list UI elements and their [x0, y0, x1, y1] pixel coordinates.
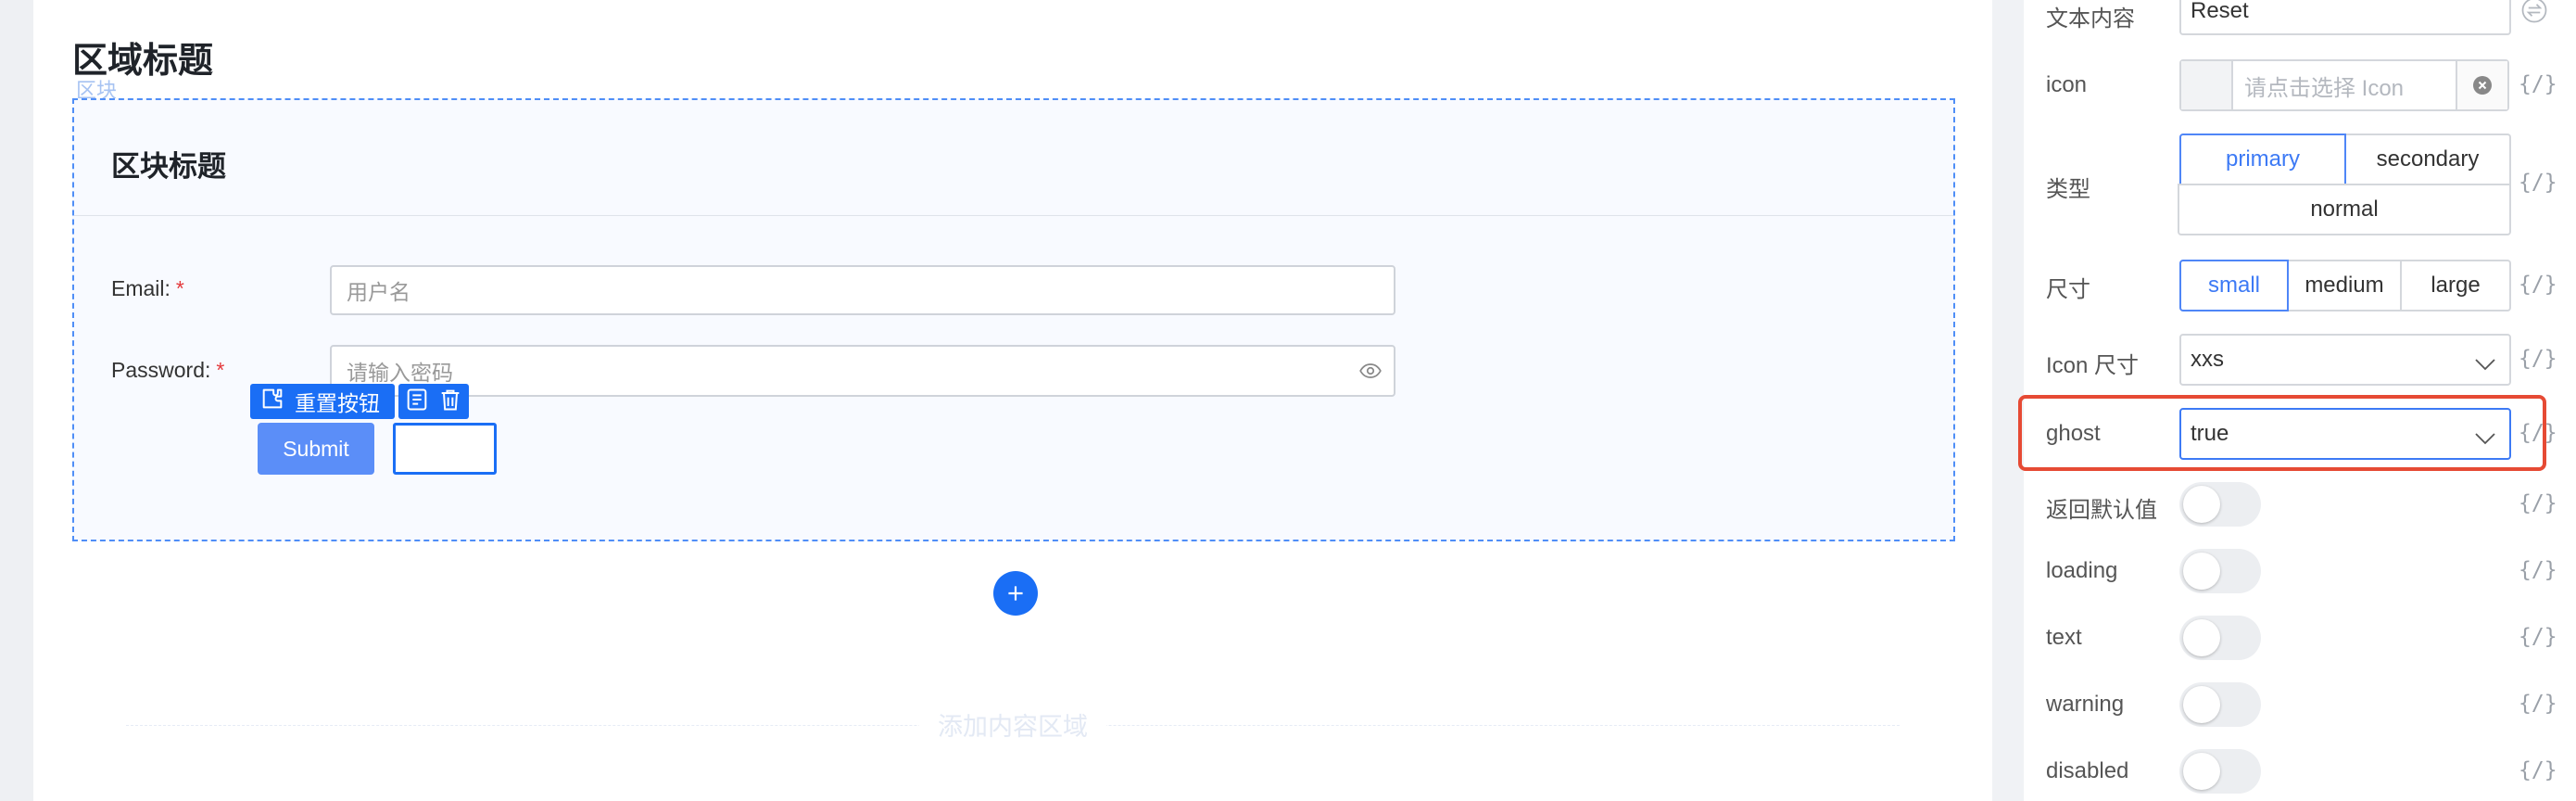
selection-toolbar: 重置按钮: [250, 384, 469, 419]
canvas-page: 区域标题 区块 区块标题 Email: * 用户名 Password: * 请输入密…: [33, 0, 1992, 801]
icon-size-value: xxs: [2191, 347, 2224, 372]
icon-label: icon: [2046, 72, 2088, 97]
expression-icon[interactable]: {/}: [2519, 347, 2557, 371]
text-content-input[interactable]: Reset: [2179, 0, 2511, 35]
component-icon: [259, 386, 285, 417]
selection-actions: [398, 384, 469, 419]
icon-preview: [2181, 61, 2233, 109]
chevron-down-icon: [2474, 352, 2496, 378]
email-label-text: Email:: [111, 276, 170, 300]
expression-icon[interactable]: {/}: [2519, 625, 2557, 649]
reset-button-selected[interactable]: [393, 423, 497, 475]
add-block-button[interactable]: [993, 571, 1038, 616]
size-option-large[interactable]: large: [2402, 260, 2511, 312]
email-placeholder: 用户名: [347, 280, 410, 304]
selected-component-tag[interactable]: 重置按钮: [250, 384, 395, 419]
toggle-reset-default[interactable]: [2179, 482, 2261, 527]
required-mark: *: [175, 276, 184, 300]
expression-icon[interactable]: {/}: [2519, 171, 2557, 195]
password-label-text: Password:: [111, 358, 211, 382]
size-option-small[interactable]: small: [2179, 260, 2289, 312]
plus-icon: [1008, 586, 1023, 601]
toggle-label-loading: loading: [2046, 558, 2118, 583]
email-label: Email: *: [111, 276, 184, 301]
toggle-knob: [2183, 753, 2220, 790]
required-mark: *: [216, 358, 225, 382]
toggle-warning[interactable]: [2179, 682, 2261, 727]
expression-icon[interactable]: {/}: [2519, 692, 2557, 716]
eye-icon[interactable]: [1358, 359, 1383, 388]
text-content-value: Reset: [2191, 0, 2249, 23]
icon-size-label: Icon 尺寸: [2046, 353, 2140, 378]
toggle-label-reset-default: 返回默认值: [2046, 498, 2157, 523]
icon-placeholder: 请点击选择 Icon: [2244, 75, 2405, 101]
expression-icon[interactable]: {/}: [2519, 72, 2557, 96]
block-divider: [74, 215, 1953, 216]
ghost-highlight-annotation: [2018, 395, 2546, 471]
design-canvas: 区域标题 区块 区块标题 Email: * 用户名 Password: * 请输入密…: [0, 0, 1992, 801]
swap-icon[interactable]: [2520, 0, 2548, 29]
toggle-knob: [2183, 686, 2220, 723]
toggle-knob: [2183, 486, 2220, 523]
email-input[interactable]: 用户名: [330, 265, 1395, 315]
text-content-label: 文本内容: [2046, 6, 2135, 32]
add-content-area[interactable]: 添加内容区域: [33, 706, 1992, 743]
toggle-label-disabled: disabled: [2046, 758, 2129, 783]
expression-icon[interactable]: {/}: [2519, 273, 2557, 297]
password-placeholder: 请输入密码: [347, 361, 453, 385]
size-option-medium[interactable]: medium: [2289, 260, 2402, 312]
block-title[interactable]: 区块标题: [111, 143, 226, 184]
icon-picker[interactable]: 请点击选择 Icon: [2179, 59, 2509, 111]
type-option-normal[interactable]: normal: [2178, 184, 2511, 235]
type-segment: primary secondary: [2179, 134, 2511, 185]
toggle-knob: [2183, 619, 2220, 656]
password-label: Password: *: [111, 358, 224, 383]
size-label: 尺寸: [2046, 277, 2090, 302]
toggle-label-text: text: [2046, 625, 2082, 650]
block-container[interactable]: 区块标题 Email: * 用户名 Password: * 请输入密码: [72, 98, 1955, 541]
toggle-knob: [2183, 553, 2220, 590]
type-option-secondary[interactable]: secondary: [2346, 134, 2511, 185]
add-content-area-label: 添加内容区域: [919, 713, 1106, 741]
copy-icon[interactable]: [404, 387, 430, 417]
selected-component-label: 重置按钮: [295, 391, 380, 415]
toggle-label-warning: warning: [2046, 692, 2125, 717]
expression-icon[interactable]: {/}: [2519, 491, 2557, 515]
type-option-primary[interactable]: primary: [2179, 134, 2346, 185]
toggle-text[interactable]: [2179, 616, 2261, 660]
type-label: 类型: [2046, 177, 2090, 202]
toggle-loading[interactable]: [2179, 549, 2261, 593]
clear-icon[interactable]: [2456, 61, 2507, 109]
trash-icon[interactable]: [437, 387, 463, 417]
size-segment: small medium large: [2179, 260, 2511, 312]
submit-button[interactable]: Submit: [258, 423, 374, 475]
icon-size-select[interactable]: xxs: [2179, 334, 2511, 386]
password-input[interactable]: 请输入密码: [330, 345, 1395, 397]
toggle-disabled[interactable]: [2179, 749, 2261, 794]
expression-icon[interactable]: {/}: [2519, 758, 2557, 782]
expression-icon[interactable]: {/}: [2519, 558, 2557, 582]
